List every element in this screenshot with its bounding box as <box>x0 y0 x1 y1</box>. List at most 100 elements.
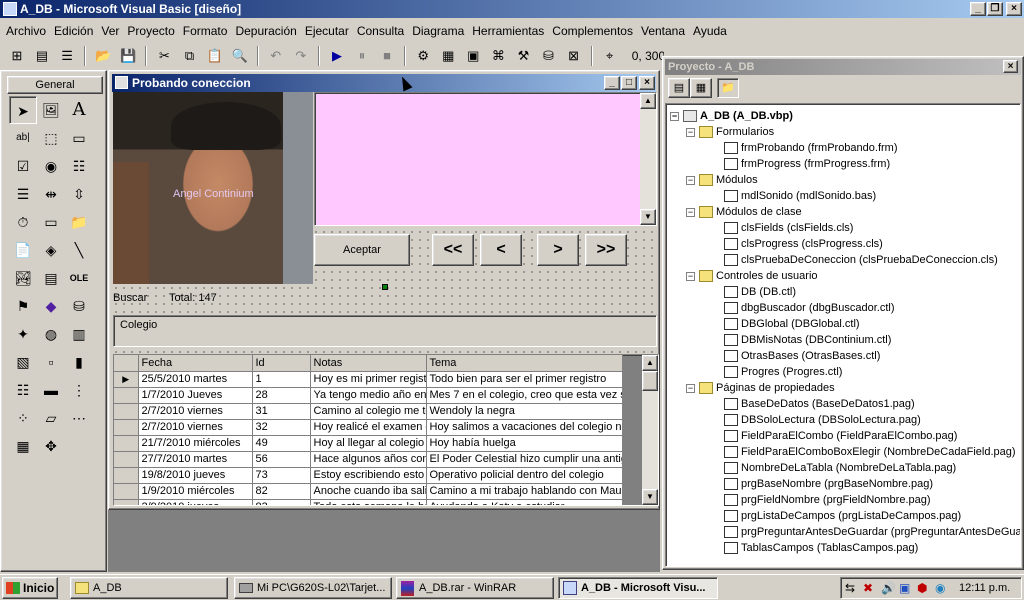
tree-item[interactable]: clsFields (clsFields.cls) <box>724 220 853 236</box>
form-layout-icon[interactable]: ▣ <box>462 45 484 67</box>
grid-cell[interactable]: 83 <box>252 499 311 505</box>
tree-item[interactable]: OtrasBases (OtrasBases.ctl) <box>724 348 880 364</box>
project-explorer-title-bar[interactable]: Proyecto - A_DB × <box>665 59 1021 75</box>
row-selector[interactable] <box>114 435 139 452</box>
grid-cell[interactable]: 2/7/2010 viernes <box>138 403 253 420</box>
find-icon[interactable]: 🔍 <box>229 45 251 67</box>
toolbox-icon[interactable]: ⚒ <box>512 45 534 67</box>
grid-vscrollbar[interactable]: ▲ ▼ <box>642 355 658 505</box>
grid-cell[interactable]: Hoy al llegar al colegio r <box>310 435 427 452</box>
ole-icon[interactable]: OLE <box>65 264 93 292</box>
tree-item[interactable]: BaseDeDatos (BaseDeDatos1.pag) <box>724 396 915 412</box>
minimize-button[interactable]: _ <box>970 2 986 16</box>
tree-item[interactable]: clsPruebaDeConeccion (clsPruebaDeConecci… <box>724 252 998 268</box>
tree-item[interactable]: clsProgress (clsProgress.cls) <box>724 236 883 252</box>
open-icon[interactable]: 📂 <box>92 45 114 67</box>
tray-volume-icon[interactable]: 🔊 <box>881 581 896 595</box>
optionbutton-icon[interactable]: ◉ <box>37 152 65 180</box>
grid-cell[interactable]: 82 <box>252 483 311 500</box>
custom-control-3-icon[interactable]: ⛁ <box>65 292 93 320</box>
grid-cell[interactable]: Operativo policial dentro del colegio <box>426 467 623 484</box>
drivelistbox-icon[interactable]: ▭ <box>37 208 65 236</box>
form-maximize-button[interactable]: □ <box>621 76 637 90</box>
add-project-icon[interactable]: ⊞ <box>6 45 28 67</box>
save-icon[interactable]: 💾 <box>117 45 139 67</box>
grid-cell[interactable]: 2/9/2010 jueves <box>138 499 253 505</box>
combobox-icon[interactable]: ☷ <box>65 152 93 180</box>
grid-cell[interactable]: Estoy escribiendo esto e <box>310 467 427 484</box>
row-selector[interactable] <box>114 451 139 468</box>
topic-field[interactable]: Colegio <box>113 315 657 347</box>
tree-item[interactable]: DBSoloLectura (DBSoloLectura.pag) <box>724 412 921 428</box>
menu-item-ventana[interactable]: Ventana <box>637 21 689 41</box>
tree-item[interactable]: Progres (Progres.ctl) <box>724 364 842 380</box>
app-title-bar[interactable]: A_DB - Microsoft Visual Basic [diseño] _… <box>0 0 1024 18</box>
tree-item[interactable]: DBGlobal (DBGlobal.ctl) <box>724 316 860 332</box>
grid-cell[interactable]: 21/7/2010 miércoles <box>138 435 253 452</box>
tree-item[interactable]: prgPreguntarAntesDeGuardar (prgPreguntar… <box>724 524 1020 540</box>
cut-icon[interactable]: ✂ <box>153 45 175 67</box>
tray-update-icon[interactable]: ◉ <box>935 581 945 595</box>
tree-folder[interactable]: − Módulos <box>686 172 758 188</box>
grid-cell[interactable]: Hoy es mi primer registro <box>310 371 427 388</box>
custom-control-4-icon[interactable]: ✦ <box>9 320 37 348</box>
grid-cell[interactable]: 56 <box>252 451 311 468</box>
row-selector[interactable] <box>114 467 139 484</box>
custom-control-13-icon[interactable]: ⁘ <box>9 404 37 432</box>
table-row[interactable]: 19/8/2010 jueves 73 Estoy escribiendo esto… <box>114 467 623 484</box>
toolbox-tab-general[interactable]: General <box>7 76 103 94</box>
grid-column-header[interactable]: Notas <box>310 355 427 372</box>
tree-item[interactable]: prgListaDeCampos (prgListaDeCampos.pag) <box>724 508 961 524</box>
grid-cell[interactable]: 32 <box>252 419 311 436</box>
row-selector[interactable] <box>114 403 139 420</box>
pointer-icon[interactable]: ➤ <box>9 96 37 124</box>
timer-icon[interactable]: ⏱ <box>9 208 37 236</box>
picturebox-icon[interactable]: 🖼 <box>37 96 65 124</box>
listbox-icon[interactable]: ☰ <box>9 180 37 208</box>
custom-control-8-icon[interactable]: ▫ <box>37 348 65 376</box>
grid-cell[interactable]: 19/8/2010 jueves <box>138 467 253 484</box>
custom-control-16-icon[interactable]: ▦ <box>9 432 37 460</box>
tray-antivirus-icon[interactable]: ⬢ <box>917 581 927 595</box>
menu-item-formato[interactable]: Formato <box>179 21 232 41</box>
custom-control-15-icon[interactable]: ⋯ <box>65 404 93 432</box>
table-row[interactable]: 1/9/2010 miércoles 82 Anoche cuando iba sa… <box>114 483 623 500</box>
tree-item[interactable]: frmProbando (frmProbando.frm) <box>724 140 898 156</box>
table-row[interactable]: 2/7/2010 viernes 32 Hoy realicé el examen … <box>114 419 623 436</box>
custom-control-17-icon[interactable]: ✥ <box>37 432 65 460</box>
menu-item-ayuda[interactable]: Ayuda <box>689 21 731 41</box>
previous-record-button[interactable]: < <box>480 234 522 266</box>
tree-folder[interactable]: − Formularios <box>686 124 774 140</box>
textbox-icon[interactable]: ab| <box>9 124 37 152</box>
menu-item-archivo[interactable]: Archivo <box>2 21 50 41</box>
row-selector[interactable]: ▶ <box>114 371 139 388</box>
row-selector[interactable] <box>114 387 139 404</box>
commandbutton-icon[interactable]: ▭ <box>65 124 93 152</box>
row-selector[interactable] <box>114 419 139 436</box>
table-row[interactable]: 1/7/2010 Jueves 28 Ya tengo medio año en Me… <box>114 387 623 404</box>
grid-column-header[interactable]: Fecha <box>138 355 253 372</box>
grid-cell[interactable]: 1/9/2010 miércoles <box>138 483 253 500</box>
form-title-bar[interactable]: Probando coneccion _ □ × <box>112 74 656 92</box>
object-browser-icon[interactable]: ⌘ <box>487 45 509 67</box>
table-row[interactable]: 2/7/2010 viernes 31 Camino al colegio me t… <box>114 403 623 420</box>
custom-control-2-icon[interactable]: ◆ <box>37 292 65 320</box>
grid-cell[interactable]: 73 <box>252 467 311 484</box>
data-view-icon[interactable]: ⛁ <box>538 45 560 67</box>
first-record-button[interactable]: << <box>432 234 474 266</box>
table-row[interactable]: 21/7/2010 miércoles 49 Hoy al llegar al co… <box>114 435 623 452</box>
custom-control-7-icon[interactable]: ▧ <box>9 348 37 376</box>
tree-item[interactable]: DBMisNotas (DBContinium.ctl) <box>724 332 891 348</box>
component-manager-icon[interactable]: ⊠ <box>563 45 585 67</box>
tree-folder[interactable]: − Controles de usuario <box>686 268 818 284</box>
tree-item[interactable]: frmProgress (frmProgress.frm) <box>724 156 890 172</box>
menu-item-complementos[interactable]: Complementos <box>548 21 637 41</box>
form-minimize-button[interactable]: _ <box>604 76 620 90</box>
tray-network-icon[interactable]: ✖ <box>863 581 873 595</box>
menu-item-diagrama[interactable]: Diagrama <box>408 21 468 41</box>
tree-item[interactable]: NombreDeLaTabla (NombreDeLaTabla.pag) <box>724 460 956 476</box>
menu-item-herramientas[interactable]: Herramientas <box>468 21 548 41</box>
project-explorer-icon[interactable]: ⚙ <box>412 45 434 67</box>
taskbar-item-winrar[interactable]: A_DB.rar - WinRAR <box>396 577 554 599</box>
tree-item[interactable]: FieldParaElComboBoxElegir (NombreDeCadaF… <box>724 444 1016 460</box>
